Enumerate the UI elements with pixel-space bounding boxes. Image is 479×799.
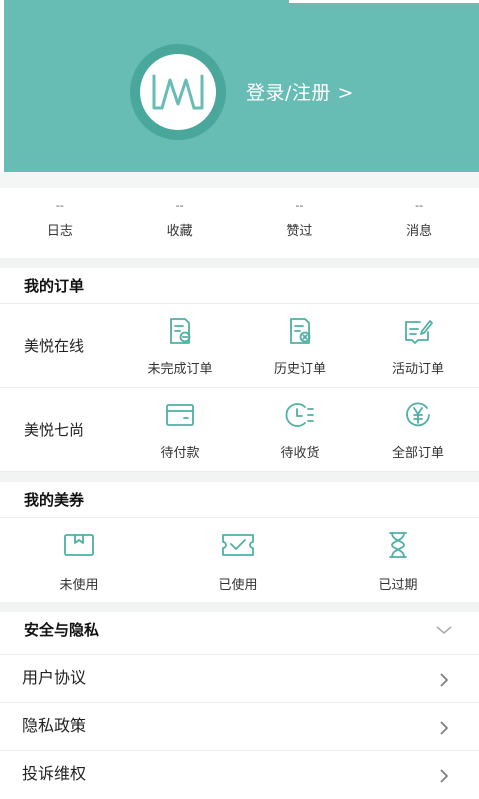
chevron-right-icon: [440, 769, 449, 783]
section-gap: [0, 602, 479, 612]
chevron-right-icon: [440, 721, 449, 735]
order-row-online: 美悦在线 未完成订单 历史订单 活动订单: [0, 304, 479, 388]
coupon-item-label: 未使用: [59, 578, 99, 593]
stat-favorites[interactable]: -- 收藏: [120, 188, 240, 258]
header-corner-mask: [289, 0, 479, 3]
stat-label: 日志: [46, 224, 73, 239]
section-gap: [0, 472, 479, 482]
order-row-label: 美悦在线: [24, 337, 85, 355]
order-activity-button[interactable]: 活动订单: [368, 316, 468, 377]
avatar[interactable]: [130, 44, 226, 140]
privacy-policy-row[interactable]: 隐私政策: [0, 702, 479, 750]
profile-page: 登录/注册 > -- 日志 -- 收藏 -- 赞过 -- 消息 我的订单 美悦在…: [0, 0, 479, 799]
list-item-label: 用户协议: [22, 668, 87, 687]
stat-label: 赞过: [286, 224, 313, 239]
order-row-qishang: 美悦七尚 待付款 待收货 全部订单: [0, 388, 479, 472]
coupon-item-label: 已使用: [218, 578, 258, 593]
stat-label: 消息: [406, 224, 433, 239]
chevron-down-icon: [436, 626, 452, 634]
profile-header: 登录/注册 >: [4, 0, 479, 172]
order-item-label: 全部订单: [391, 446, 444, 461]
login-register-link[interactable]: 登录/注册 >: [246, 78, 354, 105]
wallet-icon: [166, 404, 194, 426]
order-row-label: 美悦七尚: [24, 421, 85, 439]
complaint-rights-row[interactable]: 投诉维权: [0, 750, 479, 798]
order-all-button[interactable]: 全部订单: [368, 400, 468, 461]
coupon-check-icon: [222, 534, 254, 556]
header-left-edge: [0, 0, 4, 172]
chevron-right-icon: [440, 673, 449, 687]
coupon-expired-button[interactable]: 已过期: [343, 530, 453, 593]
yen-circle-icon: [406, 402, 430, 427]
brand-logo-icon: [140, 54, 216, 130]
coupon-item-label: 已过期: [378, 578, 418, 593]
order-item-label: 活动订单: [391, 362, 444, 377]
document-minus-icon: [170, 318, 191, 344]
document-close-icon: [290, 318, 311, 344]
hourglass-icon: [389, 532, 407, 558]
stat-value: --: [415, 199, 424, 212]
header-divider: [0, 172, 479, 188]
coupon-unused-button[interactable]: 未使用: [24, 530, 134, 593]
list-item-label: 投诉维权: [22, 764, 87, 783]
stats-bar: -- 日志 -- 收藏 -- 赞过 -- 消息: [0, 188, 479, 258]
edit-note-icon: [405, 320, 433, 344]
order-history-button[interactable]: 历史订单: [250, 316, 350, 377]
stat-likes[interactable]: -- 赞过: [240, 188, 360, 258]
stat-value: --: [55, 199, 64, 212]
coupon-row: 未使用 已使用 已过期: [0, 518, 479, 602]
privacy-section-title[interactable]: 安全与隐私: [0, 612, 479, 648]
clock-list-icon: [285, 403, 314, 427]
user-agreement-row[interactable]: 用户协议: [0, 654, 479, 702]
coupon-box-icon: [64, 534, 94, 556]
coupon-used-button[interactable]: 已使用: [183, 530, 293, 593]
order-item-label: 待付款: [160, 446, 200, 461]
stat-messages[interactable]: -- 消息: [359, 188, 479, 258]
order-pending-receipt-button[interactable]: 待收货: [250, 400, 350, 461]
order-pending-payment-button[interactable]: 待付款: [130, 400, 230, 461]
orders-section-title: 我的订单: [0, 268, 479, 304]
privacy-section-label: 安全与隐私: [24, 621, 100, 639]
section-gap: [0, 258, 479, 268]
order-item-label: 待收货: [280, 446, 320, 461]
stat-value: --: [295, 199, 304, 212]
list-item-label: 隐私政策: [22, 716, 87, 735]
order-unfinished-button[interactable]: 未完成订单: [130, 316, 230, 377]
coupons-section-title: 我的美券: [0, 482, 479, 518]
stat-value: --: [175, 199, 184, 212]
stat-label: 收藏: [166, 224, 193, 239]
order-item-label: 未完成订单: [147, 362, 213, 377]
stat-journal[interactable]: -- 日志: [0, 188, 120, 258]
order-item-label: 历史订单: [273, 362, 326, 377]
